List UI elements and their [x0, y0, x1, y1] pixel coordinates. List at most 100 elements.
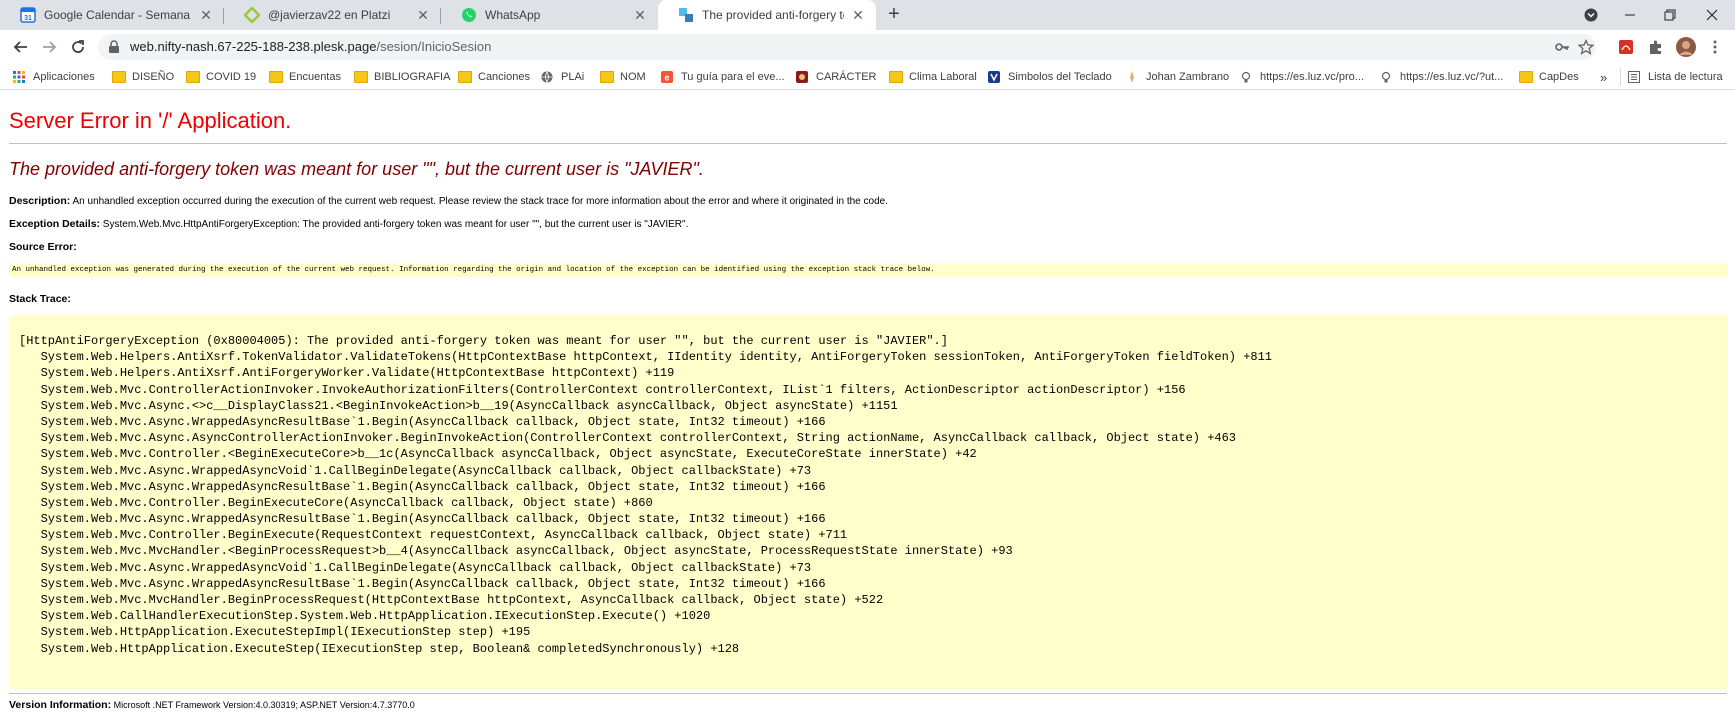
- stack-line: System.Web.HttpApplication.ExecuteStepIm…: [19, 625, 531, 640]
- folder-icon: [354, 71, 368, 83]
- folder-icon: [600, 71, 614, 83]
- bookmark-label: Johan Zambrano: [1146, 71, 1230, 83]
- bookmark-luz-ut[interactable]: https://es.luz.vc/?ut...: [1380, 69, 1503, 85]
- site-icon: [1126, 71, 1140, 83]
- bookmark-folder-clima-laboral[interactable]: Clima Laboral: [889, 69, 977, 85]
- stack-line: System.Web.Mvc.Controller.BeginExecuteCo…: [19, 495, 653, 510]
- bookmark-label: Encuentas: [289, 71, 341, 83]
- close-icon[interactable]: ✕: [415, 7, 431, 23]
- plesk-icon: [678, 7, 694, 23]
- stack-line: System.Web.Mvc.MvcHandler.BeginProcessRe…: [19, 593, 884, 607]
- stack-trace-box: [HttpAntiForgeryException (0x80004005): …: [9, 315, 1727, 689]
- google-calendar-icon: 31: [20, 7, 36, 23]
- bookmark-label: DISEÑO: [132, 71, 175, 83]
- platzi-icon: [244, 7, 260, 23]
- window-close-icon[interactable]: [1692, 0, 1732, 30]
- folder-icon: [1519, 71, 1533, 83]
- apps-grid-icon: [13, 71, 27, 83]
- bookmark-label: Simbolos del Teclado: [1008, 71, 1112, 83]
- bookmark-tu-guia[interactable]: e Tu guía para el eve...: [661, 69, 785, 85]
- whatsapp-icon: [461, 7, 477, 23]
- bookmark-label: BIBLIOGRAFIA: [374, 71, 451, 83]
- exception-label: Exception Details:: [9, 218, 101, 230]
- version-label: Version Information:: [9, 699, 112, 711]
- stack-line: System.Web.Mvc.Async.WrappedAsyncResultB…: [19, 414, 826, 429]
- bookmark-luz-pro[interactable]: https://es.luz.vc/pro...: [1240, 69, 1364, 85]
- bookmark-folder-bibliografia[interactable]: BIBLIOGRAFIA: [354, 69, 450, 85]
- version-text: Microsoft .NET Framework Version:4.0.303…: [111, 700, 415, 710]
- tab-platzi[interactable]: @javierzav22 en Platzi ✕: [224, 0, 441, 30]
- stack-line: System.Web.Mvc.Controller.<BeginExecuteC…: [19, 447, 977, 462]
- kebab-menu-icon[interactable]: [1706, 38, 1724, 56]
- bookmark-folder-nom[interactable]: NOM: [600, 69, 646, 85]
- stack-line: System.Web.Mvc.MvcHandler.<BeginProcessR…: [19, 544, 1013, 559]
- stack-line: System.Web.Helpers.AntiXsrf.AntiForgeryW…: [19, 366, 675, 381]
- bookmarks-bar: Aplicaciones DISEÑO COVID 19 Encuentas B…: [0, 64, 1735, 90]
- bookmarks-overflow-button[interactable]: »: [1600, 69, 1607, 85]
- pdf-extension-icon[interactable]: [1617, 38, 1635, 56]
- new-tab-button[interactable]: +: [882, 3, 906, 27]
- divider: [9, 693, 1727, 694]
- url-host: web.nifty-nash.67-225-188-238.plesk.page: [130, 39, 377, 54]
- bookmark-label: NOM: [620, 71, 646, 83]
- url-path: /sesion/InicioSesion: [376, 39, 492, 54]
- bookmark-label: CapDes: [1539, 71, 1579, 83]
- tab-title: Google Calendar - Semana del 21: [44, 8, 192, 22]
- exception-text: System.Web.Mvc.HttpAntiForgeryException:…: [100, 219, 689, 230]
- tab-active-error-page[interactable]: The provided anti-forgery token ✕: [658, 0, 876, 30]
- description-line: Description: An unhandled exception occu…: [9, 195, 888, 207]
- page-title: Server Error in '/' Application.: [9, 108, 292, 133]
- avatar[interactable]: [1676, 37, 1696, 57]
- star-icon[interactable]: [1577, 38, 1595, 55]
- bookmark-caracter[interactable]: CARÁCTER: [796, 69, 877, 85]
- bookmark-simbolos-teclado[interactable]: Simbolos del Teclado: [988, 69, 1112, 85]
- close-icon[interactable]: ✕: [850, 7, 866, 23]
- chevron-double-right-icon: »: [1600, 69, 1608, 85]
- minimize-icon[interactable]: [1610, 0, 1650, 30]
- stack-line: System.Web.Mvc.Async.WrappedAsyncResultB…: [19, 479, 826, 494]
- reading-list-button[interactable]: Lista de lectura: [1628, 69, 1723, 85]
- divider: [1620, 68, 1621, 86]
- description-text: An unhandled exception occurred during t…: [70, 196, 888, 207]
- svg-text:e: e: [664, 73, 669, 83]
- tab-whatsapp[interactable]: WhatsApp ✕: [441, 0, 658, 30]
- forward-arrow-icon[interactable]: [37, 35, 61, 59]
- close-icon[interactable]: ✕: [632, 7, 648, 23]
- tab-google-calendar[interactable]: 31 Google Calendar - Semana del 21 ✕: [0, 0, 224, 30]
- address-bar[interactable]: web.nifty-nash.67-225-188-238.plesk.page…: [98, 34, 1596, 60]
- stack-trace-heading: Stack Trace:: [9, 293, 71, 305]
- error-page: Server Error in '/' Application. The pro…: [0, 91, 1735, 719]
- profile-menu-icon[interactable]: [1571, 0, 1611, 30]
- restore-icon[interactable]: [1650, 0, 1690, 30]
- bookmark-plai[interactable]: PLAi: [541, 69, 584, 85]
- bookmark-label: Lista de lectura: [1648, 71, 1723, 83]
- key-icon[interactable]: [1554, 39, 1570, 55]
- bookmark-folder-canciones[interactable]: Canciones: [458, 69, 530, 85]
- site-icon: e: [661, 71, 675, 83]
- back-arrow-icon[interactable]: [9, 35, 33, 59]
- reload-icon[interactable]: [66, 35, 90, 59]
- tab-title: WhatsApp: [485, 8, 541, 22]
- exception-details-line: Exception Details: System.Web.Mvc.HttpAn…: [9, 218, 688, 230]
- bookmark-aplicaciones[interactable]: Aplicaciones: [13, 69, 95, 85]
- stack-line: System.Web.Mvc.Async.<>c__DisplayClass21…: [19, 398, 898, 413]
- site-icon: [796, 71, 810, 83]
- tab-strip: 31 Google Calendar - Semana del 21 ✕ @ja…: [0, 0, 1735, 30]
- svg-text:31: 31: [24, 15, 32, 22]
- bulb-icon: [1240, 71, 1254, 83]
- divider: [9, 143, 1727, 144]
- bookmark-folder-encuentas[interactable]: Encuentas: [269, 69, 341, 85]
- keyboard-site-icon: [988, 71, 1002, 83]
- bookmark-folder-diseno[interactable]: DISEÑO: [112, 69, 174, 85]
- lock-icon[interactable]: [108, 40, 120, 59]
- bookmark-folder-capdes[interactable]: CapDes: [1519, 69, 1579, 85]
- reading-list-icon: [1628, 71, 1642, 83]
- source-error-heading: Source Error:: [9, 241, 77, 253]
- stack-label: Stack Trace:: [9, 293, 71, 305]
- source-error-box: An unhandled exception was generated dur…: [9, 263, 1727, 277]
- bookmark-johan-zambrano[interactable]: Johan Zambrano: [1126, 69, 1229, 85]
- extensions-puzzle-icon[interactable]: [1647, 38, 1665, 56]
- close-icon[interactable]: ✕: [198, 7, 214, 23]
- bookmark-folder-covid[interactable]: COVID 19: [186, 69, 256, 85]
- bookmark-label: Aplicaciones: [33, 71, 95, 83]
